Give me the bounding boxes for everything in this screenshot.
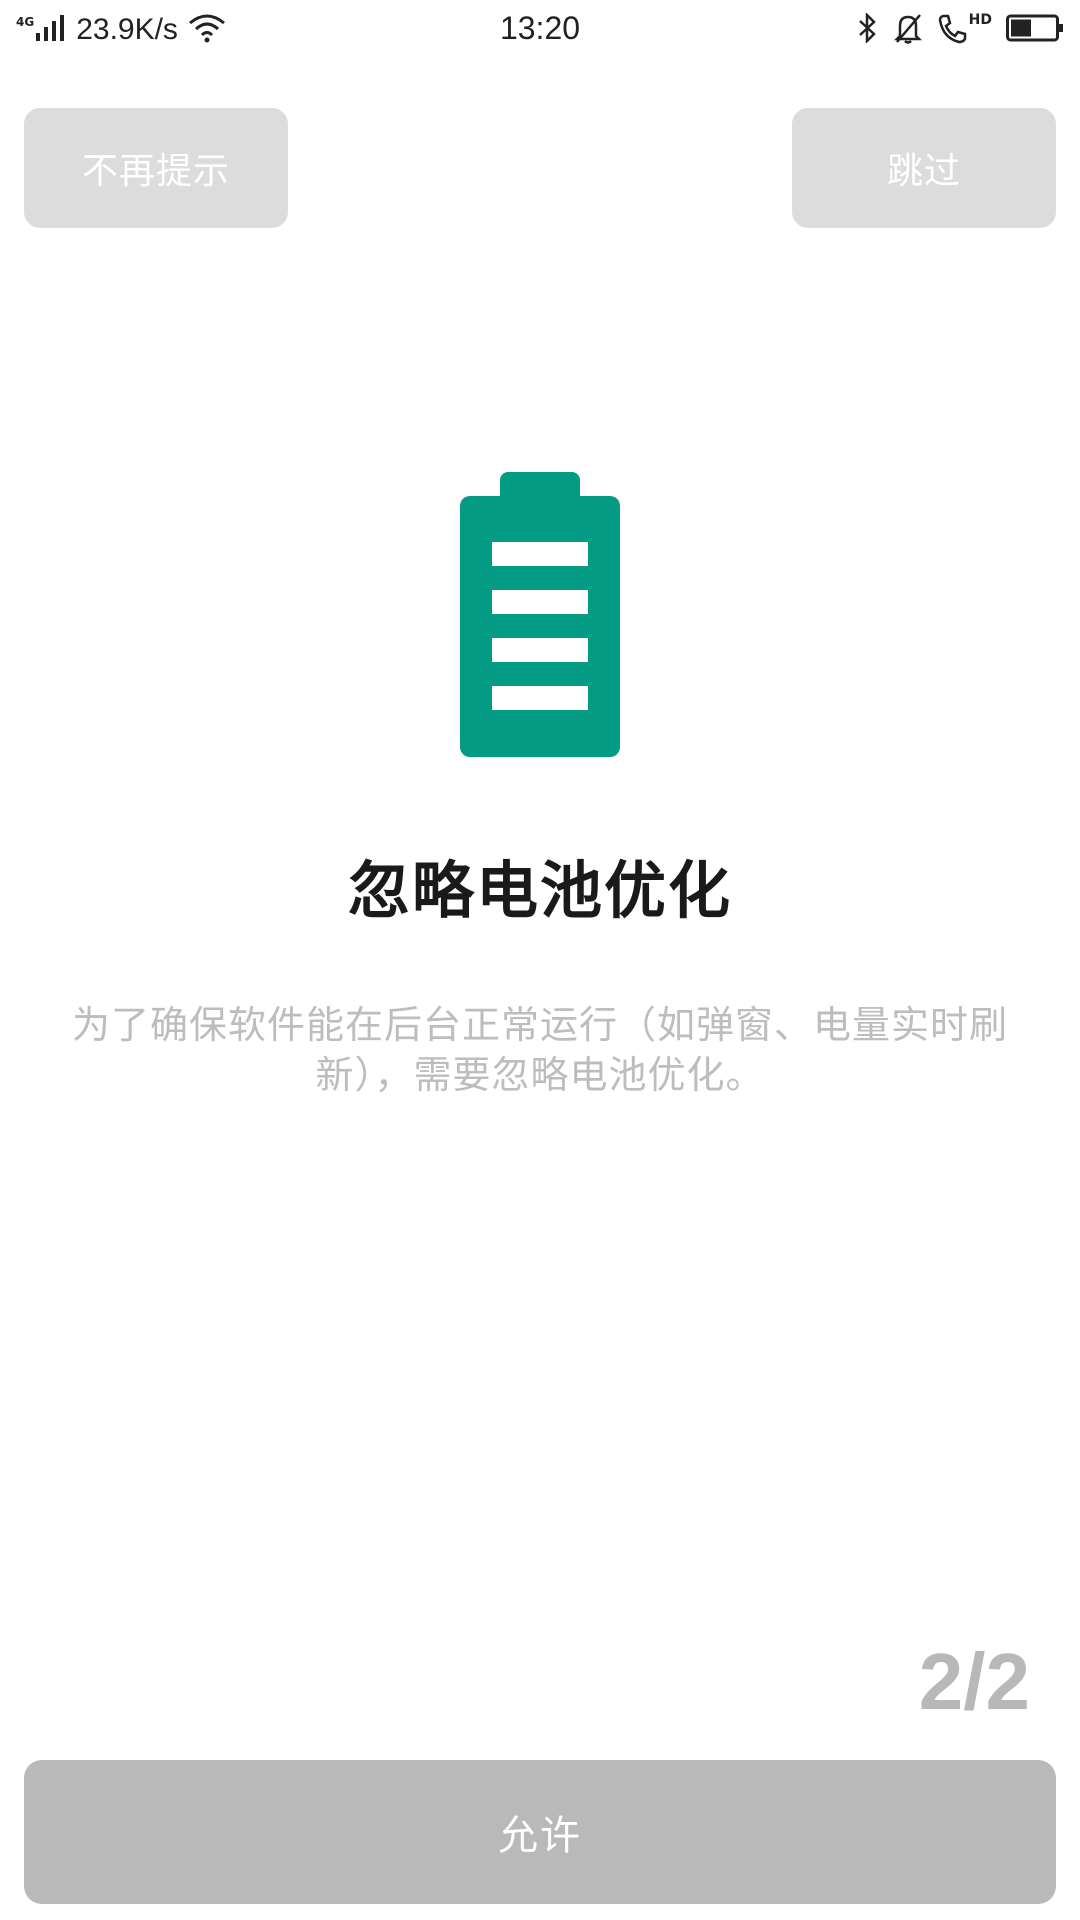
page-title: 忽略电池优化 (347, 854, 732, 927)
bluetooth-icon (857, 11, 879, 47)
skip-button[interactable]: 跳过 (792, 108, 1056, 228)
screen: 4G 23.9K/s 13:20 HD 不再提示 跳过 忽略电池优化 为了确保软… (0, 0, 1080, 1920)
call-icon (937, 12, 967, 48)
battery-full-icon (460, 472, 620, 757)
hd-label: HD (968, 12, 992, 28)
status-bar: 4G 23.9K/s 13:20 HD (0, 0, 1080, 60)
battery-icon (1006, 14, 1064, 46)
dont-remind-button[interactable]: 不再提示 (24, 108, 288, 228)
page-indicator: 2/2 (918, 1637, 1030, 1726)
allow-button[interactable]: 允许 (24, 1760, 1056, 1904)
description-text: 为了确保软件能在后台正常运行（如弹窗、电量实时刷新），需要忽略电池优化。 (71, 1003, 1008, 1097)
status-right: HD (857, 8, 1064, 52)
bell-muted-icon (893, 12, 923, 48)
